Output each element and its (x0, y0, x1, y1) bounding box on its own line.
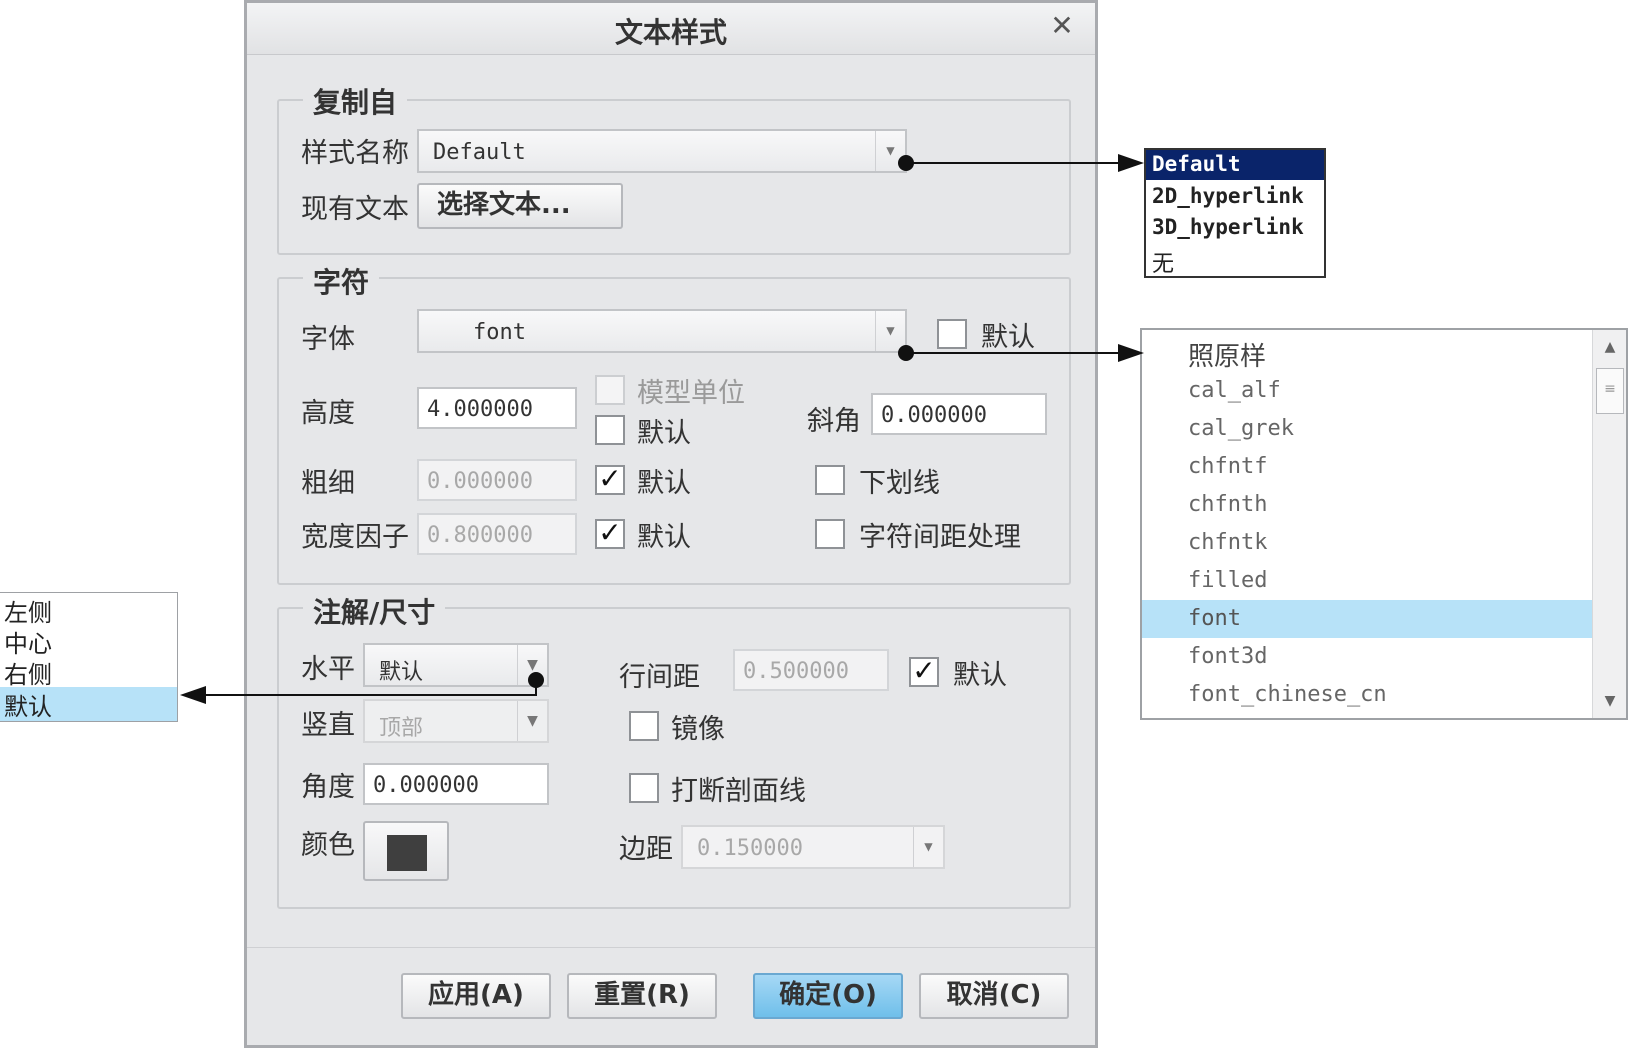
connector-line (906, 162, 1118, 164)
horizontal-dropdown[interactable]: 默认 ▼ (363, 643, 549, 687)
font-dropdown[interactable]: font ▼ (417, 309, 907, 353)
vertical-value: 顶部 (379, 716, 424, 741)
list-item[interactable]: font3d (1188, 644, 1267, 669)
existing-text-label: 现有文本 (301, 194, 409, 225)
font-default-label: 默认 (981, 322, 1035, 353)
underline-label: 下划线 (859, 468, 940, 499)
style-name-value: Default (433, 140, 526, 165)
angle-input[interactable]: 0.000000 (363, 763, 549, 805)
list-item[interactable]: Default (1146, 150, 1324, 180)
dialog-title: 文本样式 (614, 16, 727, 49)
width-default-checkbox[interactable]: ✓ (595, 519, 625, 549)
list-item[interactable]: font_chinese_cn (1188, 682, 1387, 707)
line-spacing-label: 行间距 (619, 662, 700, 693)
scroll-thumb[interactable]: ≡ (1596, 368, 1624, 414)
list-item[interactable]: filled (1188, 568, 1267, 593)
list-item-selected[interactable]: 默认 (0, 687, 177, 721)
color-swatch (387, 835, 427, 871)
arrow-right-icon (1118, 154, 1144, 172)
list-item[interactable]: 3D_hyperlink (1152, 215, 1304, 239)
kerning-checkbox[interactable] (815, 519, 845, 549)
ok-button[interactable]: 确定(O) (753, 973, 903, 1019)
kerning-label: 字符间距处理 (859, 522, 1021, 553)
thickness-default-label: 默认 (637, 468, 691, 499)
list-item[interactable]: cal_alf (1188, 378, 1281, 403)
thickness-input[interactable]: 0.000000 (417, 459, 577, 501)
margin-label: 边距 (619, 834, 673, 865)
font-label: 字体 (301, 324, 355, 355)
chevron-down-icon[interactable]: ▼ (517, 701, 547, 741)
apply-button[interactable]: 应用(A) (401, 973, 551, 1019)
horizontal-align-list: 左侧 中心 右侧 默认 (0, 592, 178, 722)
width-factor-label: 宽度因子 (301, 522, 409, 553)
list-item[interactable]: chfntf (1188, 454, 1267, 479)
height-default-checkbox[interactable] (595, 415, 625, 445)
scroll-down-icon[interactable]: ▼ (1593, 684, 1627, 718)
height-label: 高度 (301, 398, 355, 429)
font-list: 照原样 cal_alf cal_grek chfntf chfnth chfnt… (1140, 328, 1628, 720)
title-bar[interactable]: 文本样式 ✕ (247, 3, 1095, 55)
style-name-label: 样式名称 (301, 138, 409, 169)
footer-divider (247, 947, 1095, 948)
list-item[interactable]: 右侧 (4, 655, 52, 690)
angle-label: 角度 (301, 772, 355, 803)
chevron-down-icon[interactable]: ▼ (913, 827, 943, 867)
margin-dropdown[interactable]: 0.150000 ▼ (681, 825, 945, 869)
close-icon[interactable]: ✕ (1047, 11, 1077, 41)
arrow-right-icon (1118, 344, 1144, 362)
margin-value: 0.150000 (697, 836, 803, 861)
line-spacing-input[interactable]: 0.500000 (733, 649, 889, 691)
style-name-dropdown[interactable]: Default ▼ (417, 129, 907, 173)
connector-line (206, 694, 537, 696)
cancel-button[interactable]: 取消(C) (919, 973, 1069, 1019)
vertical-dropdown[interactable]: 顶部 ▼ (363, 699, 549, 743)
style-name-list: Default 2D_hyperlink 3D_hyperlink 无 (1144, 148, 1326, 278)
line-spacing-default-checkbox[interactable]: ✓ (909, 657, 939, 687)
color-button[interactable] (363, 821, 449, 881)
scrollbar[interactable]: ▲ ≡ ▼ (1592, 330, 1626, 718)
mirror-checkbox[interactable] (629, 711, 659, 741)
character-legend: 字符 (303, 261, 380, 301)
line-spacing-default-label: 默认 (953, 660, 1007, 691)
thickness-label: 粗细 (301, 468, 355, 499)
arrow-left-icon (180, 686, 206, 704)
horizontal-value: 默认 (379, 660, 424, 685)
break-hatch-checkbox[interactable] (629, 773, 659, 803)
slant-input[interactable]: 0.000000 (871, 393, 1047, 435)
list-item[interactable]: 照原样 (1188, 336, 1266, 373)
model-units-label: 模型单位 (637, 378, 745, 409)
height-default-label: 默认 (637, 418, 691, 449)
font-value: font (473, 320, 526, 345)
vertical-label: 竖直 (301, 710, 355, 741)
color-label: 颜色 (301, 830, 355, 861)
chevron-down-icon[interactable]: ▼ (875, 311, 905, 351)
font-default-checkbox[interactable] (937, 319, 967, 349)
list-item[interactable]: 无 (1152, 246, 1174, 278)
reset-button[interactable]: 重置(R) (567, 973, 717, 1019)
width-factor-input[interactable]: 0.800000 (417, 513, 577, 555)
underline-checkbox[interactable] (815, 465, 845, 495)
slant-label: 斜角 (807, 406, 861, 437)
list-item[interactable]: chfnth (1188, 492, 1267, 517)
list-item-selected[interactable]: font (1142, 600, 1592, 638)
width-default-label: 默认 (637, 522, 691, 553)
break-hatch-label: 打断剖面线 (671, 776, 806, 807)
list-item[interactable]: 左侧 (4, 593, 52, 628)
mirror-label: 镜像 (671, 714, 725, 745)
list-item[interactable]: cal_grek (1188, 416, 1294, 441)
note-dim-legend: 注解/尺寸 (303, 591, 446, 631)
connector-line (906, 352, 1118, 354)
copy-from-legend: 复制自 (303, 81, 408, 121)
model-units-checkbox[interactable] (595, 375, 625, 405)
horizontal-label: 水平 (301, 654, 355, 685)
select-text-button[interactable]: 选择文本... (417, 183, 623, 229)
scroll-up-icon[interactable]: ▲ (1593, 330, 1627, 364)
list-item[interactable]: 中心 (4, 624, 52, 659)
copy-from-group (277, 99, 1071, 255)
text-style-dialog: 文本样式 ✕ 复制自 样式名称 Default ▼ 现有文本 选择文本... 字… (244, 0, 1098, 1048)
thickness-default-checkbox[interactable]: ✓ (595, 465, 625, 495)
list-item[interactable]: 2D_hyperlink (1152, 184, 1304, 208)
height-input[interactable]: 4.000000 (417, 387, 577, 429)
list-item[interactable]: chfntk (1188, 530, 1267, 555)
